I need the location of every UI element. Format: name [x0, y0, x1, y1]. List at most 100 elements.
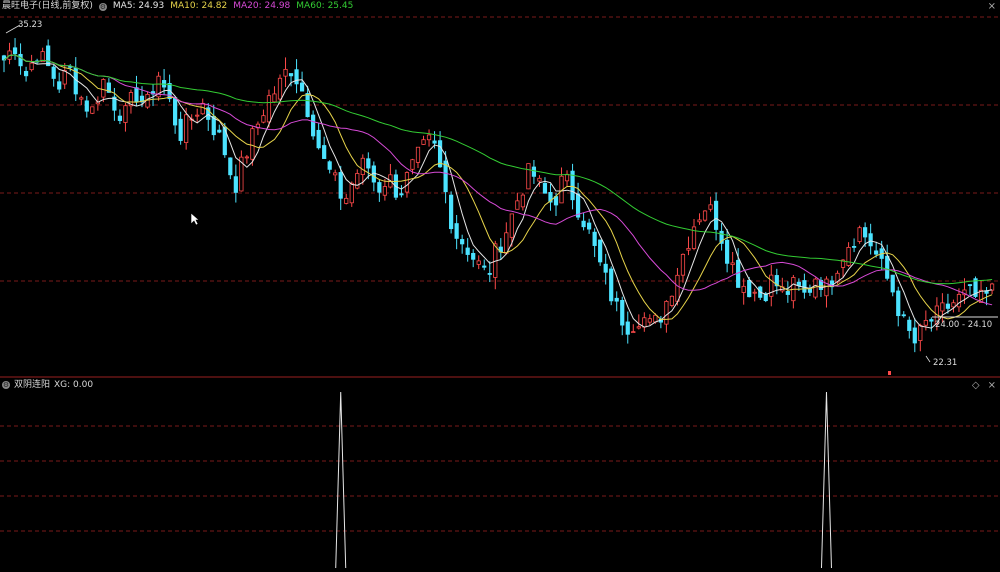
indicator-name: 双阴连阳	[14, 380, 51, 390]
candle-body	[945, 303, 951, 309]
candle-body	[752, 291, 757, 294]
candle-body	[195, 114, 200, 117]
candle-body	[399, 193, 404, 196]
candle-body	[553, 196, 559, 206]
candle-body	[885, 255, 890, 279]
candle-body	[173, 97, 178, 126]
candle-body	[299, 82, 305, 92]
candlestick-chart	[0, 16, 1000, 569]
candle-body	[741, 285, 746, 293]
candle-body	[476, 260, 481, 265]
candle-body	[923, 319, 928, 326]
moving-averages	[3, 24, 998, 375]
candle-body	[653, 314, 658, 323]
red-flag-marker	[888, 371, 891, 375]
candle-body	[349, 182, 354, 204]
ma10-line	[3, 54, 993, 320]
candle-body	[355, 173, 360, 189]
candle-body	[708, 204, 713, 210]
candle-body	[228, 157, 233, 176]
candle-body	[294, 69, 299, 85]
candle-body	[807, 288, 813, 293]
candle-body	[134, 87, 139, 103]
high-price-label: 35.23	[18, 20, 43, 30]
candle-body	[327, 161, 332, 170]
candle-body	[426, 134, 432, 141]
candle-body	[951, 302, 956, 308]
candle-body	[614, 297, 619, 302]
candle-body	[449, 194, 454, 230]
close-icon[interactable]: ⨯	[988, 380, 996, 391]
candle-body	[460, 239, 465, 245]
candle-body	[415, 146, 421, 163]
candle-body	[29, 62, 34, 71]
range-label: 24.00 - 24.10	[935, 320, 993, 330]
diamond-icon[interactable]: ◇	[972, 380, 980, 391]
candle-body	[813, 278, 818, 298]
close-icon[interactable]: ⨯	[988, 1, 996, 12]
candle-body	[520, 194, 525, 208]
candle-body	[322, 145, 327, 159]
candle-body	[592, 231, 597, 246]
candle-body	[250, 128, 255, 160]
candle-body	[796, 281, 801, 286]
candle-body	[244, 156, 249, 159]
candle-body	[725, 239, 730, 264]
candle-body	[377, 182, 382, 193]
candle-body	[802, 280, 807, 293]
candle-body	[487, 273, 492, 275]
candle-body	[713, 200, 719, 230]
candle-body	[123, 105, 128, 123]
settings-icon[interactable]: ⚙	[98, 2, 107, 11]
candle-body	[603, 263, 608, 273]
candle-body	[288, 73, 294, 77]
candle-body	[647, 318, 652, 323]
mouse-cursor-icon	[190, 212, 200, 226]
candle-body	[366, 158, 371, 169]
candle-body	[680, 253, 686, 276]
ma20-label: MA20: 24.98	[233, 1, 291, 11]
chart-header: 晨旺电子(日线,前复权) ⚙ MA5: 24.93 MA10: 24.82 MA…	[0, 0, 353, 13]
candle-body	[730, 262, 735, 266]
candle-body	[515, 200, 520, 210]
candle-body	[542, 182, 548, 194]
stock-title: 晨旺电子(日线,前复权)	[2, 1, 93, 11]
ma5-label: MA5: 24.93	[112, 1, 165, 11]
candle-body	[233, 176, 238, 193]
candle-body	[669, 295, 675, 306]
candle-body	[967, 284, 973, 286]
candle-body	[896, 290, 901, 317]
candle-body	[184, 114, 189, 144]
indicator-header: ⚙ 双阴连阳 XG: 0.00	[0, 379, 93, 391]
candle-body	[846, 246, 851, 266]
candle-body	[620, 299, 625, 326]
candle-body	[482, 265, 487, 268]
candle-body	[382, 186, 387, 196]
candle-body	[918, 324, 923, 341]
candle-body	[465, 247, 470, 255]
candle-body	[890, 274, 895, 293]
candle-body	[697, 219, 702, 223]
candle-body	[907, 319, 912, 331]
candle-body	[537, 177, 542, 182]
candle-body	[509, 213, 514, 238]
candles	[1, 38, 995, 353]
candle-body	[609, 268, 614, 302]
candle-body	[587, 222, 592, 230]
candle-body	[333, 172, 338, 176]
candle-body	[410, 159, 415, 170]
candle-body	[277, 77, 283, 100]
candle-body	[940, 302, 945, 312]
indicator-settings-icon[interactable]: ⚙	[2, 381, 10, 389]
grid-lines	[0, 16, 1000, 532]
ma60-label: MA60: 25.45	[296, 1, 354, 11]
low-marker-line	[925, 355, 931, 363]
candle-body	[504, 232, 509, 254]
candle-body	[404, 172, 410, 193]
candle-body	[989, 283, 995, 291]
candle-body	[432, 140, 437, 144]
candle-body	[311, 114, 316, 137]
candle-body	[664, 300, 669, 325]
candle-body	[675, 274, 680, 302]
candle-body	[851, 246, 857, 248]
